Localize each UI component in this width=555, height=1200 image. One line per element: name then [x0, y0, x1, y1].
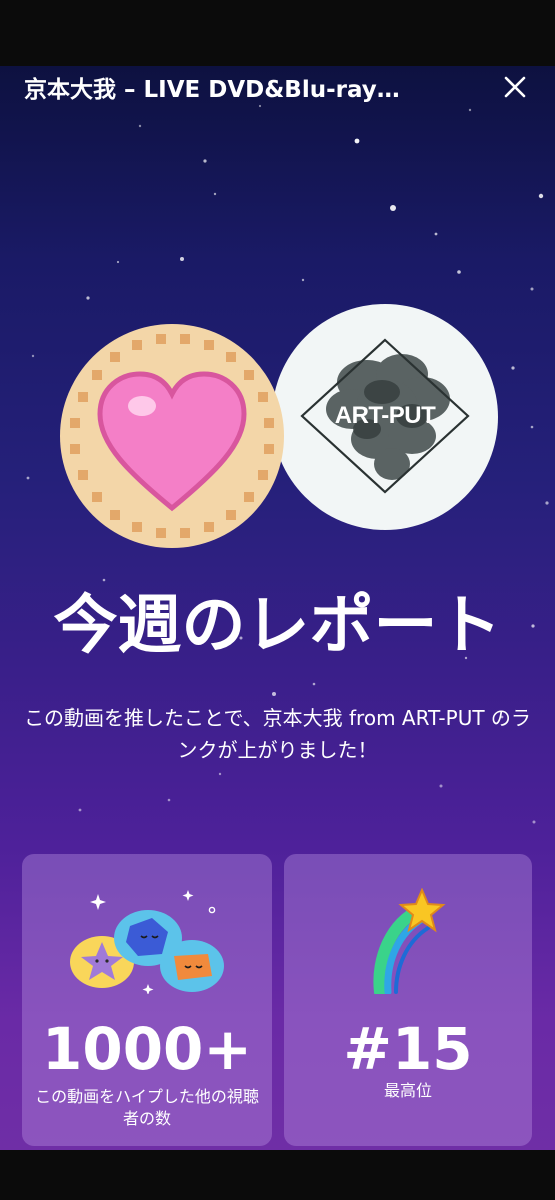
close-icon: [504, 76, 526, 98]
shooting-star-icon: [373, 888, 446, 994]
heart-cookie-icon: [60, 324, 284, 548]
cookie-avatar: [58, 322, 286, 550]
rank-stat-card: #15 最高位: [284, 854, 532, 1146]
rank-label: 最高位: [383, 1081, 432, 1100]
viewers-stat-card: 1000+ この動画をハイプした他の視聴者の数: [22, 854, 272, 1146]
viewers-label: この動画をハイプした他の視聴者の数: [35, 1087, 259, 1128]
artput-label: ART-PUT: [334, 402, 436, 429]
page-title: 京本大我 – LIVE DVD&Blu-ray…: [24, 77, 400, 103]
report-description: この動画を推したことで、京本大我 from ART-PUT のランクが上がりまし…: [24, 706, 531, 762]
report-screen: 京本大我 – LIVE DVD&Blu-ray… ART-PUT 今週のレポート…: [0, 66, 555, 1150]
viewers-count: 1000+: [41, 1015, 253, 1083]
artput-avatar: ART-PUT: [272, 304, 498, 530]
close-button[interactable]: [496, 68, 534, 106]
rank-value: #15: [343, 1015, 473, 1083]
bottom-bar: [0, 1150, 555, 1200]
status-bar: [0, 0, 555, 66]
hype-friends-icon: [70, 890, 224, 994]
report-title: 今週のレポート: [53, 589, 502, 663]
